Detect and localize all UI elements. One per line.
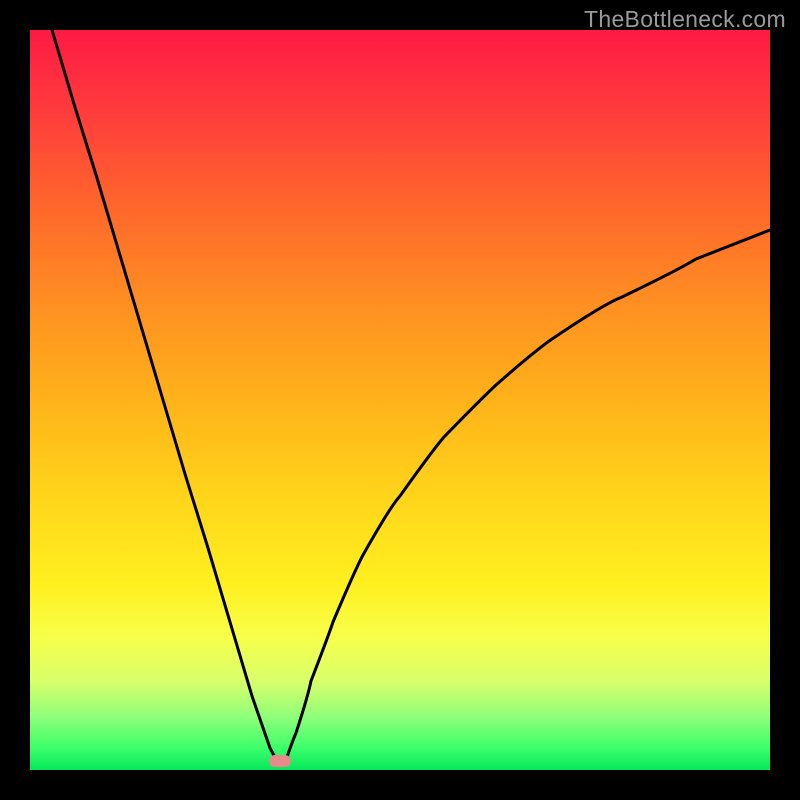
watermark-text: TheBottleneck.com — [584, 6, 786, 33]
chart-frame: TheBottleneck.com — [0, 0, 800, 800]
bottleneck-curve — [30, 30, 770, 770]
curve-right-branch — [285, 230, 770, 763]
plot-area — [30, 30, 770, 770]
curve-left-branch — [52, 30, 278, 763]
bottleneck-marker — [269, 755, 291, 767]
